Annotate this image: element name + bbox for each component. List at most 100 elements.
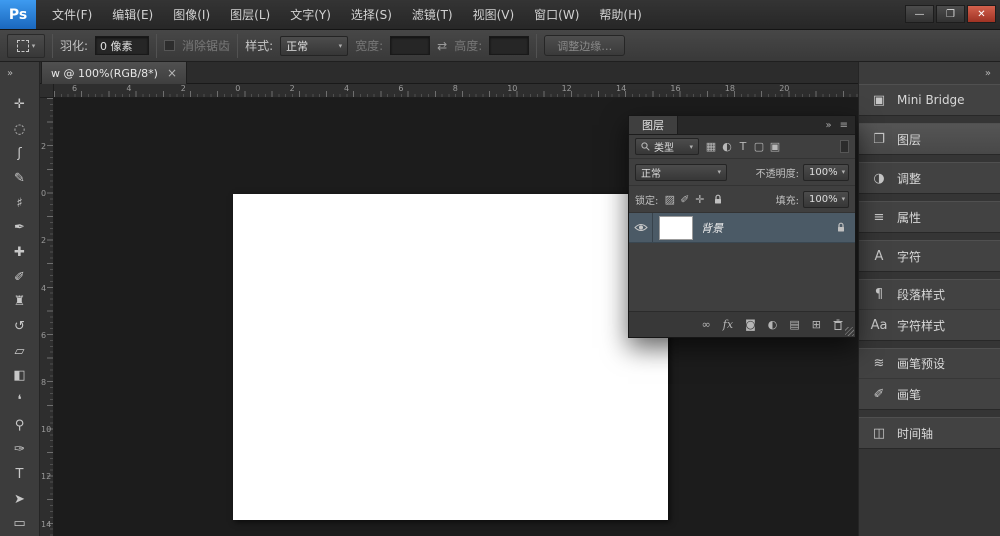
menu-item[interactable]: 图层(L) — [220, 0, 280, 30]
clone-stamp-tool[interactable]: ♜ — [5, 289, 35, 314]
horizontal-ruler: 64202468101214161820 — [54, 84, 858, 98]
pen-tool[interactable]: ✑ — [5, 437, 35, 462]
type-tool[interactable]: T — [5, 462, 35, 487]
layer-filter-icons: ▦◐T▢▣ — [703, 140, 783, 153]
dodge-tool[interactable]: ⚲ — [5, 413, 35, 438]
link-layers-icon[interactable]: ∞ — [702, 318, 711, 331]
menu-item[interactable]: 文件(F) — [42, 0, 102, 30]
rectangle-tool[interactable]: ▭ — [5, 511, 35, 536]
menu-item[interactable]: 选择(S) — [341, 0, 402, 30]
panel-button-brush[interactable]: ✐画笔 — [859, 379, 1000, 409]
add-mask-icon[interactable]: ◙ — [745, 318, 756, 331]
filter-toggle[interactable] — [840, 140, 849, 153]
lock-position-icon[interactable]: ✛ — [692, 193, 707, 206]
blend-mode-dropdown[interactable]: 正常 ▾ — [635, 164, 727, 181]
collapse-panel-icon[interactable]: » — [825, 120, 831, 131]
photoshop-logo: Ps — [0, 0, 36, 29]
width-input[interactable] — [390, 36, 430, 55]
filter-smart-object-icon[interactable]: ▣ — [767, 140, 783, 153]
minimize-button[interactable]: — — [905, 5, 934, 23]
lock-all-icon[interactable] — [711, 194, 725, 205]
panel-button-character[interactable]: A字符 — [859, 241, 1000, 271]
maximize-button[interactable]: ❐ — [936, 5, 965, 23]
menu-item[interactable]: 编辑(E) — [102, 0, 163, 30]
layer-style-icon[interactable]: fx — [723, 318, 733, 331]
feather-input[interactable] — [95, 36, 149, 55]
panel-button-layers[interactable]: ❐图层 — [859, 124, 1000, 154]
adjustment-layer-icon[interactable]: ◐ — [768, 318, 778, 331]
opacity-value: 100% — [809, 167, 838, 178]
marquee-tool[interactable]: ◌ — [5, 117, 35, 142]
antialias-checkbox[interactable] — [164, 40, 175, 51]
panel-button-properties[interactable]: ≡属性 — [859, 202, 1000, 232]
path-selection-tool[interactable]: ➤ — [5, 487, 35, 512]
menu-item[interactable]: 帮助(H) — [589, 0, 651, 30]
filter-pixel-layers-icon[interactable]: ▦ — [703, 140, 719, 153]
height-input[interactable] — [489, 36, 529, 55]
panel-menu-icon[interactable]: ≡ — [840, 120, 848, 131]
menu-item[interactable]: 窗口(W) — [524, 0, 589, 30]
double-chevron-icon: » — [985, 68, 991, 79]
eyedropper-tool[interactable]: ✒ — [5, 215, 35, 240]
ruler-label: 2 — [41, 143, 46, 151]
document-tab[interactable]: w @ 100%(RGB/8*) × — [41, 62, 187, 84]
dock-group: ◫时间轴 — [859, 417, 1000, 449]
fill-label: 填充: — [776, 192, 799, 207]
layer-thumbnail[interactable] — [659, 216, 693, 240]
swap-dimensions-icon[interactable]: ⇄ — [437, 39, 447, 53]
lock-transparency-icon[interactable]: ▨ — [662, 193, 677, 206]
healing-brush-tool[interactable]: ✚ — [5, 240, 35, 265]
history-brush-tool[interactable]: ↺ — [5, 314, 35, 339]
character-styles-icon: Aa — [870, 318, 888, 333]
eraser-tool[interactable]: ▱ — [5, 339, 35, 364]
style-dropdown[interactable]: 正常 ▾ — [280, 36, 348, 56]
filter-type-layers-icon[interactable]: T — [735, 140, 751, 153]
layer-locked-icon — [836, 222, 846, 233]
panel-button-brush-presets[interactable]: ≋画笔预设 — [859, 349, 1000, 379]
filter-adjustment-layers-icon[interactable]: ◐ — [719, 140, 735, 153]
fill-dropdown[interactable]: 100% ▾ — [803, 191, 849, 208]
panel-resize-grip[interactable] — [845, 327, 854, 336]
layers-panel: 图层 » ≡ 类型 ▾ ▦◐T▢▣ 正常 ▾ 不透明度: 100% ▾ — [628, 115, 856, 338]
layers-tab[interactable]: 图层 — [629, 116, 678, 134]
layer-visibility-icon[interactable] — [629, 213, 653, 242]
new-layer-icon[interactable]: ⊞ — [812, 318, 821, 331]
menu-item[interactable]: 文字(Y) — [280, 0, 341, 30]
dock-group: ≋画笔预设✐画笔 — [859, 348, 1000, 410]
double-chevron-icon: » — [7, 68, 13, 79]
blur-tool[interactable]: ❛ — [5, 388, 35, 413]
layer-row[interactable]: 背景 — [629, 213, 855, 243]
dock-collapse[interactable]: » — [858, 62, 1000, 84]
tools-panel-collapse[interactable]: » — [0, 62, 40, 84]
menu-item[interactable]: 视图(V) — [463, 0, 525, 30]
document-canvas[interactable] — [233, 194, 668, 520]
menu-item[interactable]: 滤镜(T) — [402, 0, 463, 30]
panel-button-timeline[interactable]: ◫时间轴 — [859, 418, 1000, 448]
lasso-tool[interactable]: ʃ — [5, 141, 35, 166]
ruler-label: 14 — [616, 85, 626, 93]
lock-pixels-icon[interactable]: ✐ — [677, 193, 692, 206]
filter-shape-layers-icon[interactable]: ▢ — [751, 140, 767, 153]
quick-selection-tool[interactable]: ✎ — [5, 166, 35, 191]
panel-button-paragraph-styles[interactable]: ¶段落样式 — [859, 280, 1000, 310]
menu-items: 文件(F)编辑(E)图像(I)图层(L)文字(Y)选择(S)滤镜(T)视图(V)… — [36, 0, 652, 29]
tool-preset-picker[interactable]: ▾ — [7, 34, 45, 58]
gradient-tool[interactable]: ◧ — [5, 363, 35, 388]
divider — [52, 34, 53, 58]
new-group-icon[interactable]: ▤ — [789, 318, 799, 331]
delete-layer-icon[interactable] — [833, 319, 843, 330]
refine-edge-button[interactable]: 调整边缘… — [544, 35, 625, 56]
move-tool[interactable]: ✛ — [5, 92, 35, 117]
character-icon: A — [870, 249, 888, 264]
menu-item[interactable]: 图像(I) — [163, 0, 220, 30]
filter-type-dropdown[interactable]: 类型 ▾ — [635, 138, 699, 155]
crop-tool[interactable]: ♯ — [5, 191, 35, 216]
panel-button-character-styles[interactable]: Aa字符样式 — [859, 310, 1000, 340]
panel-button-mini-bridge[interactable]: ▣Mini Bridge — [859, 85, 1000, 115]
tab-close-icon[interactable]: × — [167, 66, 177, 80]
close-button[interactable]: ✕ — [967, 5, 996, 23]
tools-list: ✛◌ʃ✎♯✒✚✐♜↺▱◧❛⚲✑T➤▭ — [0, 84, 40, 536]
brush-tool[interactable]: ✐ — [5, 265, 35, 290]
opacity-dropdown[interactable]: 100% ▾ — [803, 164, 849, 181]
panel-button-adjustments[interactable]: ◑调整 — [859, 163, 1000, 193]
